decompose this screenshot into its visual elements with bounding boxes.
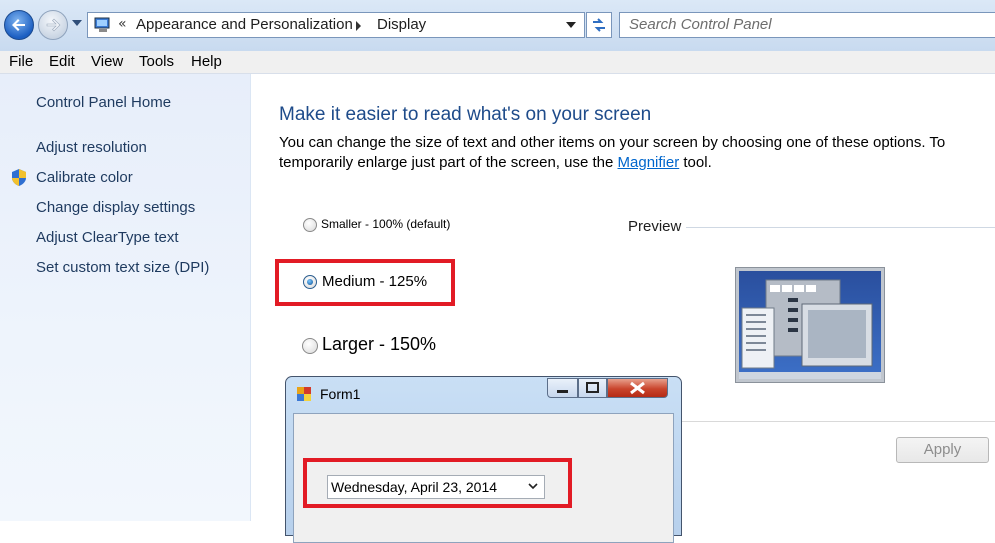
maximize-button[interactable] [578,378,607,398]
refresh-icon [593,18,605,32]
control-panel-home-link[interactable]: Control Panel Home [36,94,171,111]
maximize-icon [586,382,599,393]
close-icon [630,381,645,395]
preview-image [735,267,885,383]
address-dropdown-icon[interactable] [566,22,576,28]
section-divider [680,421,995,422]
apply-button[interactable]: Apply [896,437,989,463]
radio-medium-label[interactable]: Medium - 125% [322,273,427,290]
address-bar[interactable]: « Appearance and Personalization Display [87,12,585,38]
minimize-icon [557,390,568,393]
form1-window[interactable]: Form1 [285,376,682,543]
minimize-button[interactable] [547,378,578,398]
custom-text-size-link[interactable]: Set custom text size (DPI) [36,259,209,276]
shield-icon [12,169,26,186]
date-picker[interactable]: Wednesday, April 23, 2014 [327,475,545,499]
form1-title: Form1 [320,386,361,402]
arrow-right-icon [46,18,61,32]
adjust-cleartype-link[interactable]: Adjust ClearType text [36,229,179,246]
menu-help[interactable]: Help [191,53,222,70]
menu-view[interactable]: View [91,53,123,70]
menu-bar: File Edit View Tools Help [0,51,995,74]
radio-larger-label[interactable]: Larger - 150% [322,334,436,355]
magnifier-link[interactable]: Magnifier [618,154,680,171]
arrow-left-icon [12,19,25,31]
forward-button[interactable] [38,10,68,40]
refresh-button[interactable] [586,12,612,38]
adjust-resolution-link[interactable]: Adjust resolution [36,139,147,156]
breadcrumb-appearance[interactable]: Appearance and Personalization [136,16,353,33]
page-title: Make it easier to read what's on your sc… [279,104,652,125]
preview-label: Preview [628,218,682,235]
change-display-settings-link[interactable]: Change display settings [36,199,195,216]
menu-file[interactable]: File [9,53,33,70]
control-panel-icon [94,17,110,32]
address-toolbar: « Appearance and Personalization Display… [0,0,995,51]
menu-tools[interactable]: Tools [139,53,174,70]
radio-smaller-label[interactable]: Smaller - 100% (default) [321,217,450,231]
description-text-end: tool. [679,154,712,171]
preview-divider [686,227,995,228]
radio-smaller[interactable] [303,218,317,232]
breadcrumb-display[interactable]: Display [377,16,426,33]
description-text-start: You can change the size of text and othe… [279,134,946,171]
form-app-icon [297,387,311,401]
desktop-preview-icon [739,271,881,379]
page-description: You can change the size of text and othe… [279,133,969,173]
date-value: Wednesday, April 23, 2014 [331,479,498,495]
task-pane: Control Panel Home Adjust resolution Cal… [0,74,251,521]
breadcrumb-overflow-chevron[interactable]: « [118,16,127,32]
recent-pages-dropdown[interactable] [72,20,82,26]
calibrate-color-link[interactable]: Calibrate color [36,169,133,186]
close-button[interactable] [607,378,668,398]
back-button[interactable] [4,10,34,40]
search-input[interactable]: Search Control Panel [619,12,995,38]
breadcrumb-separator-icon[interactable] [356,21,361,31]
menu-edit[interactable]: Edit [49,53,75,70]
radio-larger[interactable] [302,338,318,354]
radio-medium[interactable] [303,275,317,289]
chevron-down-icon[interactable] [527,479,539,493]
